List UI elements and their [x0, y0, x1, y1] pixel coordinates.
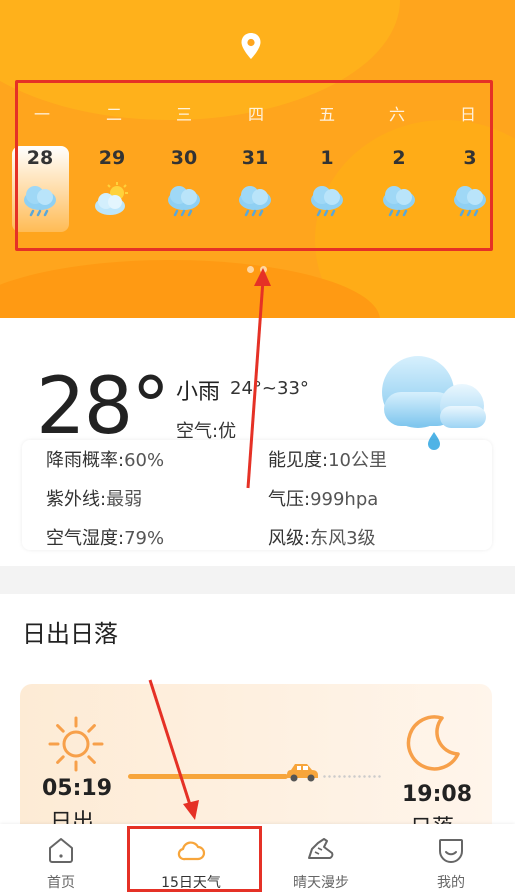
visibility: 能见度:10公里 — [268, 446, 387, 472]
current-condition: 小雨 — [176, 380, 221, 405]
detail-value: 10公里 — [328, 450, 387, 471]
current-temperature: 28° — [36, 362, 170, 452]
sunset-time: 19:08 — [402, 782, 473, 807]
section-divider — [0, 566, 515, 594]
sneaker-icon — [308, 838, 334, 859]
pressure: 气压:999hpa — [268, 485, 378, 511]
page-indicator — [247, 258, 273, 277]
car-icon — [287, 764, 318, 782]
uv-index: 紫外线:最弱 — [46, 485, 142, 511]
wind-level: 风级:东风3级 — [268, 524, 376, 550]
nav-mine-label: 我的 — [437, 875, 465, 891]
detail-value: 60% — [124, 450, 165, 471]
detail-value: 最弱 — [106, 489, 143, 510]
detail-value: 79% — [124, 528, 165, 549]
nav-sunny-walk-label: 晴天漫步 — [293, 875, 349, 891]
sun-icon — [48, 716, 104, 772]
location-pin-icon[interactable] — [240, 32, 262, 60]
nav-sunny-walk[interactable]: 晴天漫步 — [271, 824, 371, 894]
detail-label: 能见度: — [268, 450, 329, 471]
home-icon — [49, 838, 73, 863]
nav-mine[interactable]: 我的 — [401, 824, 501, 894]
smile-face-icon — [439, 839, 463, 863]
detail-label: 紫外线: — [46, 489, 107, 510]
detail-label: 气压: — [268, 489, 311, 510]
daylight-progress-track — [128, 774, 288, 779]
remaining-daylight-track — [322, 775, 382, 778]
temperature-range: 24°~33° — [230, 378, 309, 399]
nav-home[interactable]: 首页 — [11, 824, 111, 894]
page-dot — [247, 266, 254, 273]
nav-highlight-box — [127, 826, 262, 892]
sunrise-sunset-title: 日出日落 — [22, 620, 118, 648]
rain-probability: 降雨概率:60% — [46, 446, 164, 472]
detail-value: 东风3级 — [310, 528, 376, 549]
humidity: 空气湿度:79% — [46, 524, 164, 550]
sunrise-time: 05:19 — [42, 776, 113, 801]
week-forecast-highlight-box — [15, 80, 493, 251]
page-dot — [260, 266, 267, 273]
nav-home-label: 首页 — [47, 875, 75, 891]
detail-label: 风级: — [268, 528, 311, 549]
moon-icon — [406, 715, 460, 771]
detail-label: 空气湿度: — [46, 528, 125, 549]
detail-label: 降雨概率: — [46, 450, 125, 471]
detail-value: 999hpa — [310, 489, 379, 510]
